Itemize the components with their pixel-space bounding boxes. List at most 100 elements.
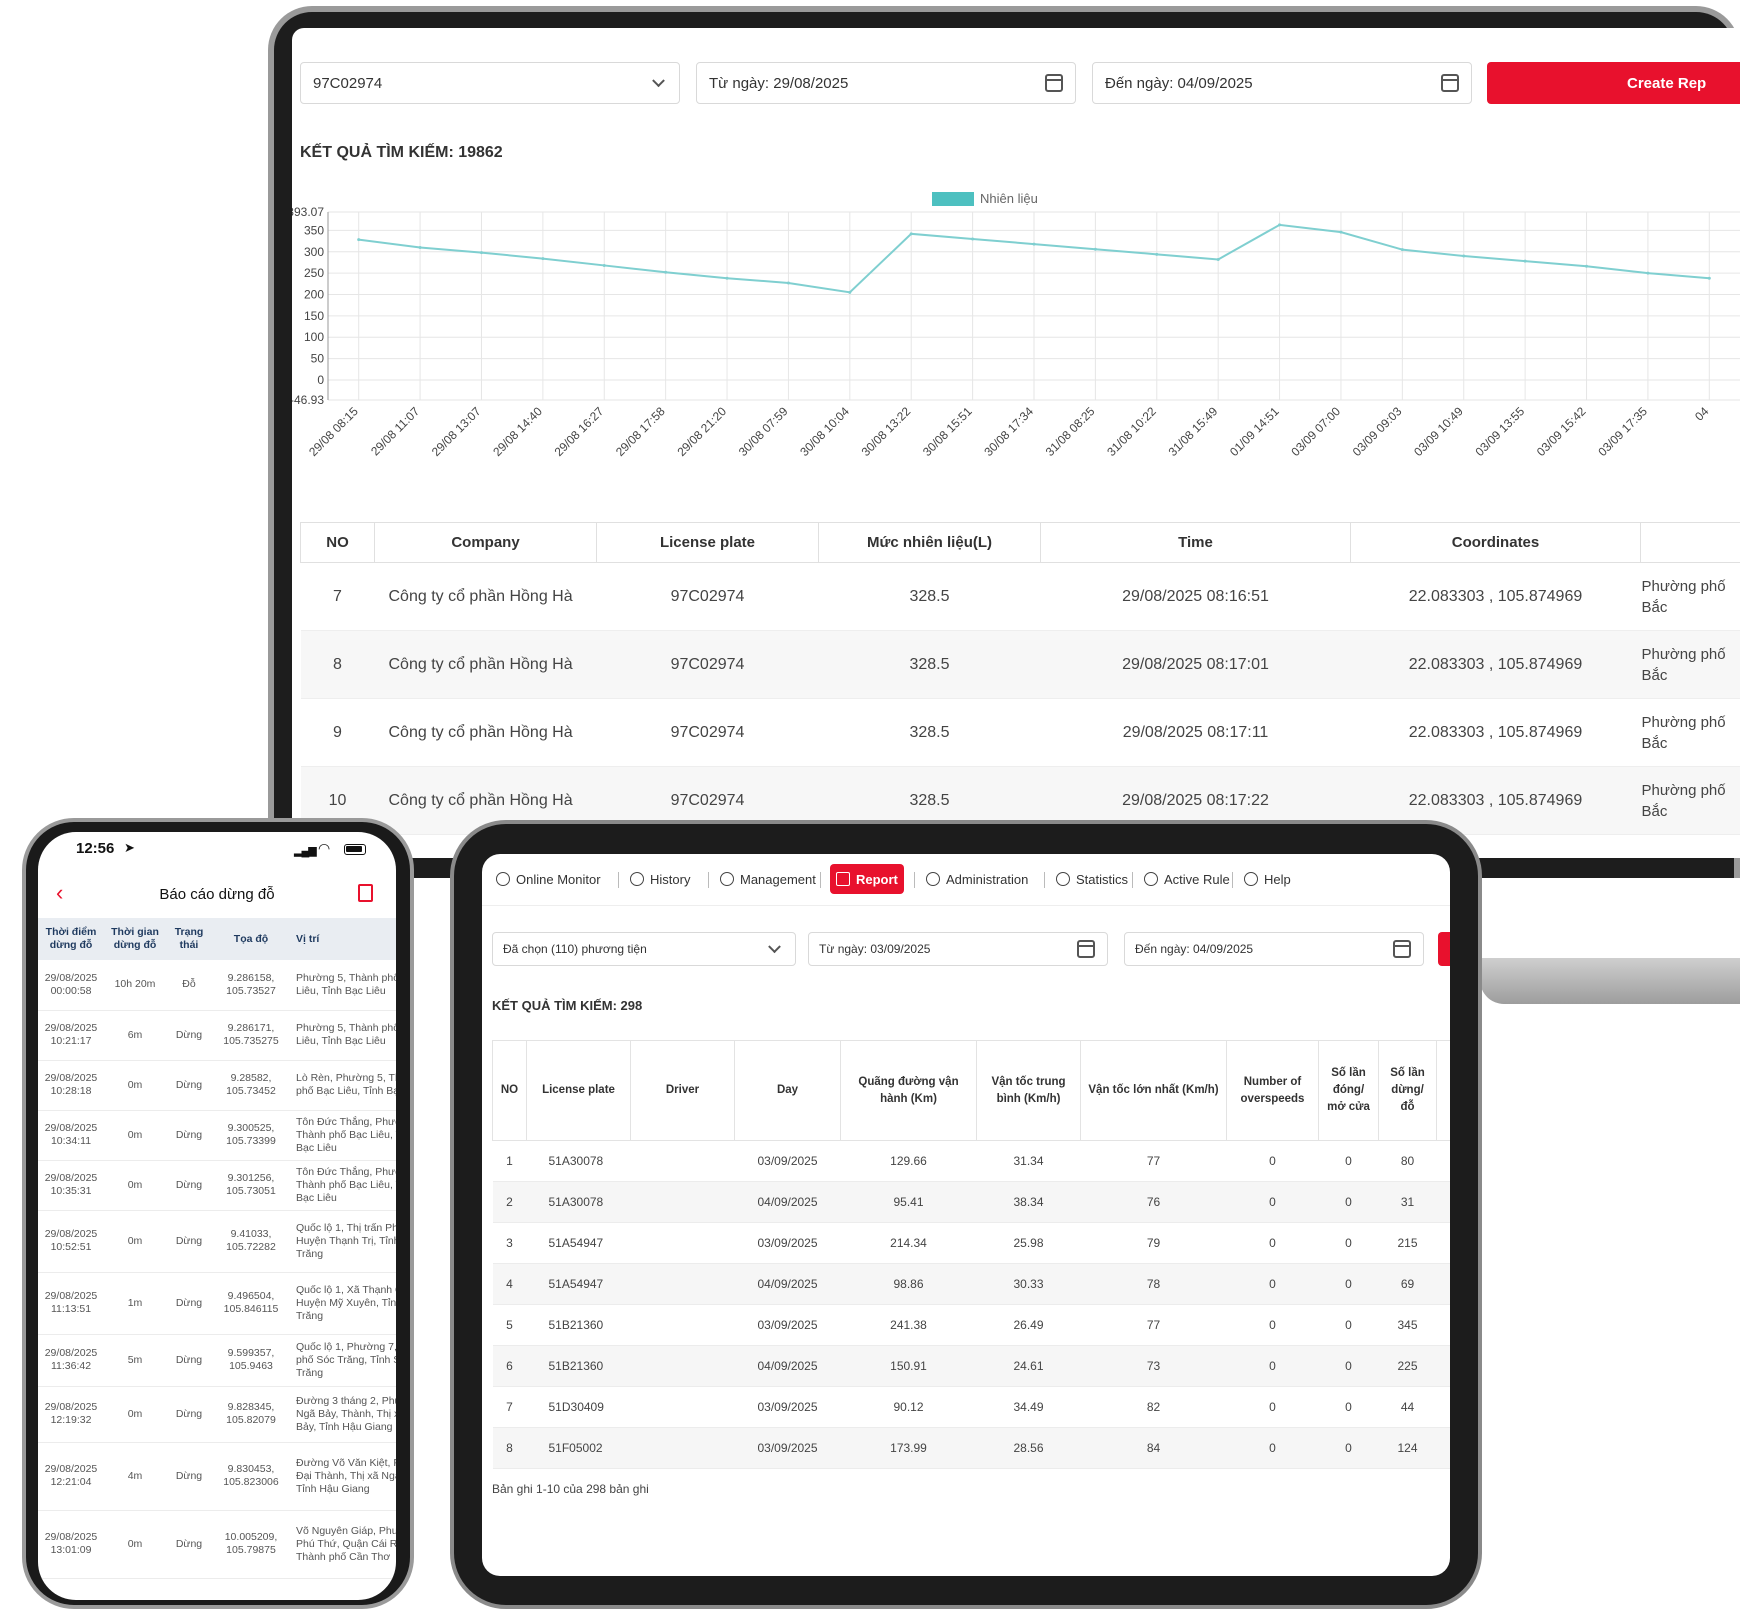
- data-point: [1523, 259, 1527, 263]
- cell-max-speed: 78: [1080, 1263, 1227, 1305]
- column-header-fuel-level[interactable]: Mức nhiên liệu(L): [818, 522, 1041, 563]
- nav-divider: [618, 872, 619, 888]
- cell-stop-time: 29/08/2025 12:21:04: [38, 1442, 104, 1511]
- report-icon: [836, 872, 850, 886]
- column-header-stop-duration[interactable]: Thời gian dừng đỗ: [104, 918, 166, 960]
- cell-driver: [630, 1386, 735, 1428]
- cell-day: 04/09/2025: [734, 1345, 841, 1387]
- table-row[interactable]: 29/08/2025 11:13:51 1m Dừng 9.496504, 10…: [38, 1272, 396, 1335]
- cell-no: 2: [492, 1181, 527, 1223]
- from-date-field[interactable]: Từ ngày: 03/09/2025: [808, 932, 1108, 966]
- cell-driver: [630, 1345, 735, 1387]
- table-row[interactable]: 29/08/2025 12:21:04 4m Dừng 9.830453, 10…: [38, 1442, 396, 1511]
- table-row[interactable]: 1 51A30078 03/09/2025 129.66 31.34 77 0 …: [492, 1140, 1450, 1182]
- battery-icon: [344, 844, 366, 855]
- column-header-stop-time[interactable]: Thời điểm dừng đỗ: [38, 918, 104, 960]
- table-row[interactable]: 29/08/2025 12:19:32 0m Dừng 9.828345, 10…: [38, 1386, 396, 1443]
- x-tick-label: 03/09 09:03: [1350, 404, 1405, 459]
- column-header-distance[interactable]: Quãng đường vận hành (Km): [840, 1040, 977, 1141]
- table-header-row: Thời điểm dừng đỗ Thời gian dừng đỗ Trạn…: [38, 918, 396, 960]
- cell-license-plate: 51B21360: [526, 1304, 631, 1346]
- legend-label: Nhiên liệu: [980, 191, 1038, 206]
- cell-coordinates: 10.005209, 105.79875: [212, 1510, 290, 1579]
- cell-license-plate: 51A30078: [526, 1140, 631, 1182]
- cell-extra: [1436, 1427, 1450, 1469]
- column-header-no[interactable]: NO: [300, 522, 375, 563]
- nav-active-rule[interactable]: Active Rule: [1138, 864, 1236, 894]
- create-report-button[interactable]: [1438, 932, 1450, 966]
- from-date-field[interactable]: Từ ngày: 29/08/2025: [696, 62, 1076, 104]
- table-row[interactable]: 29/08/2025 10:34:11 0m Dừng 9.300525, 10…: [38, 1110, 396, 1161]
- nav-administration[interactable]: Administration: [920, 864, 1034, 894]
- nav-online-monitor[interactable]: Online Monitor: [490, 864, 607, 894]
- table-row[interactable]: 5 51B21360 03/09/2025 241.38 26.49 77 0 …: [492, 1304, 1450, 1346]
- laptop-screen: 97C02974 Từ ngày: 29/08/2025 Đến ngày: 0…: [292, 28, 1740, 858]
- column-header-no[interactable]: NO: [492, 1040, 527, 1141]
- column-header-coordinates[interactable]: Tọa độ: [212, 918, 290, 960]
- calendar-icon[interactable]: [1045, 74, 1063, 92]
- cell-stop-time: 29/08/2025 12:19:32: [38, 1386, 104, 1443]
- to-date-field[interactable]: Đến ngày: 04/09/2025: [1124, 932, 1424, 966]
- column-header-stop-count[interactable]: Số lần dừng/ đỗ: [1378, 1040, 1437, 1141]
- nav-divider: [1232, 872, 1233, 888]
- x-tick-label: 31/08 10:22: [1104, 404, 1159, 459]
- nav-divider: [708, 872, 709, 888]
- cell-status: Dừng: [166, 1210, 212, 1273]
- nav-report[interactable]: Report: [830, 864, 904, 894]
- vehicle-select[interactable]: 97C02974: [300, 62, 680, 104]
- table-row[interactable]: 8 51F05002 03/09/2025 173.99 28.56 84 0 …: [492, 1427, 1450, 1469]
- nav-label: Statistics: [1076, 871, 1129, 887]
- vehicle-multiselect[interactable]: Đã chọn (110) phương tiện: [492, 932, 796, 966]
- cell-day: 03/09/2025: [734, 1427, 841, 1469]
- nav-help[interactable]: Help: [1238, 864, 1297, 894]
- cell-license-plate: 97C02974: [596, 630, 819, 699]
- nav-statistics[interactable]: Statistics: [1050, 864, 1134, 894]
- column-header-license-plate[interactable]: License plate: [596, 522, 819, 563]
- column-header-day[interactable]: Day: [734, 1040, 841, 1141]
- table-row[interactable]: 29/08/2025 11:36:42 5m Dừng 9.599357, 10…: [38, 1334, 396, 1387]
- column-header-company[interactable]: Company: [374, 522, 597, 563]
- calendar-icon[interactable]: [1393, 940, 1411, 958]
- table-row[interactable]: 7 Công ty cổ phần Hồng Hà 97C02974 328.5…: [300, 562, 1740, 631]
- nav-label: Online Monitor: [516, 871, 601, 887]
- column-header-driver[interactable]: Driver: [630, 1040, 735, 1141]
- to-date-field[interactable]: Đến ngày: 04/09/2025: [1092, 62, 1472, 104]
- column-header-coordinates[interactable]: Coordinates: [1350, 522, 1641, 563]
- column-header-average-speed[interactable]: Vận tốc trung bình (Km/h): [976, 1040, 1081, 1141]
- column-header-max-speed[interactable]: Vận tốc lớn nhất (Km/h): [1080, 1040, 1227, 1141]
- x-tick-label: 30/08 10:04: [797, 404, 852, 459]
- calendar-icon[interactable]: [1077, 940, 1095, 958]
- table-row[interactable]: 2 51A30078 04/09/2025 95.41 38.34 76 0 0…: [492, 1181, 1450, 1223]
- nav-management[interactable]: Management: [714, 864, 822, 894]
- nav-history[interactable]: History: [624, 864, 696, 894]
- data-point: [1278, 223, 1282, 227]
- column-header-license-plate[interactable]: License plate: [526, 1040, 631, 1141]
- table-row[interactable]: 29/08/2025 10:21:17 6m Dừng 9.286171, 10…: [38, 1010, 396, 1061]
- x-tick-label: 29/08 21:20: [674, 404, 729, 459]
- cell-distance: 150.91: [840, 1345, 977, 1387]
- table-row[interactable]: 6 51B21360 04/09/2025 150.91 24.61 73 0 …: [492, 1345, 1450, 1387]
- column-header-time[interactable]: Time: [1040, 522, 1351, 563]
- table-row[interactable]: 8 Công ty cổ phần Hồng Hà 97C02974 328.5…: [300, 630, 1740, 699]
- table-row[interactable]: 29/08/2025 10:35:31 0m Dừng 9.301256, 10…: [38, 1160, 396, 1211]
- table-row[interactable]: 29/08/2025 10:28:18 0m Dừng 9.28582, 105…: [38, 1060, 396, 1111]
- cell-day: 03/09/2025: [734, 1222, 841, 1264]
- export-pdf-icon[interactable]: [358, 884, 373, 902]
- column-header-address[interactable]: [1640, 522, 1740, 563]
- create-report-button[interactable]: Create Rep: [1487, 62, 1740, 104]
- cell-distance: 98.86: [840, 1263, 977, 1305]
- table-row[interactable]: 29/08/2025 00:00:58 10h 20m Đỗ 9.286158,…: [38, 960, 396, 1011]
- column-header-overspeeds[interactable]: Number of overspeeds: [1226, 1040, 1319, 1141]
- table-row[interactable]: 7 51D30409 03/09/2025 90.12 34.49 82 0 0…: [492, 1386, 1450, 1428]
- table-row[interactable]: 29/08/2025 13:01:09 0m Dừng 10.005209, 1…: [38, 1510, 396, 1579]
- column-header-status[interactable]: Trạng thái: [166, 918, 212, 960]
- column-header-door-count[interactable]: Số lần đóng/ mở cửa: [1318, 1040, 1379, 1141]
- column-header-location[interactable]: Vị trí: [290, 918, 396, 960]
- data-point: [1585, 264, 1589, 268]
- table-row[interactable]: 3 51A54947 03/09/2025 214.34 25.98 79 0 …: [492, 1222, 1450, 1264]
- table-row[interactable]: 9 Công ty cổ phần Hồng Hà 97C02974 328.5…: [300, 698, 1740, 767]
- table-row[interactable]: 4 51A54947 04/09/2025 98.86 30.33 78 0 0…: [492, 1263, 1450, 1305]
- calendar-icon[interactable]: [1441, 74, 1459, 92]
- table-row[interactable]: 29/08/2025 10:52:51 0m Dừng 9.41033, 105…: [38, 1210, 396, 1273]
- column-header-extra[interactable]: [1436, 1040, 1450, 1141]
